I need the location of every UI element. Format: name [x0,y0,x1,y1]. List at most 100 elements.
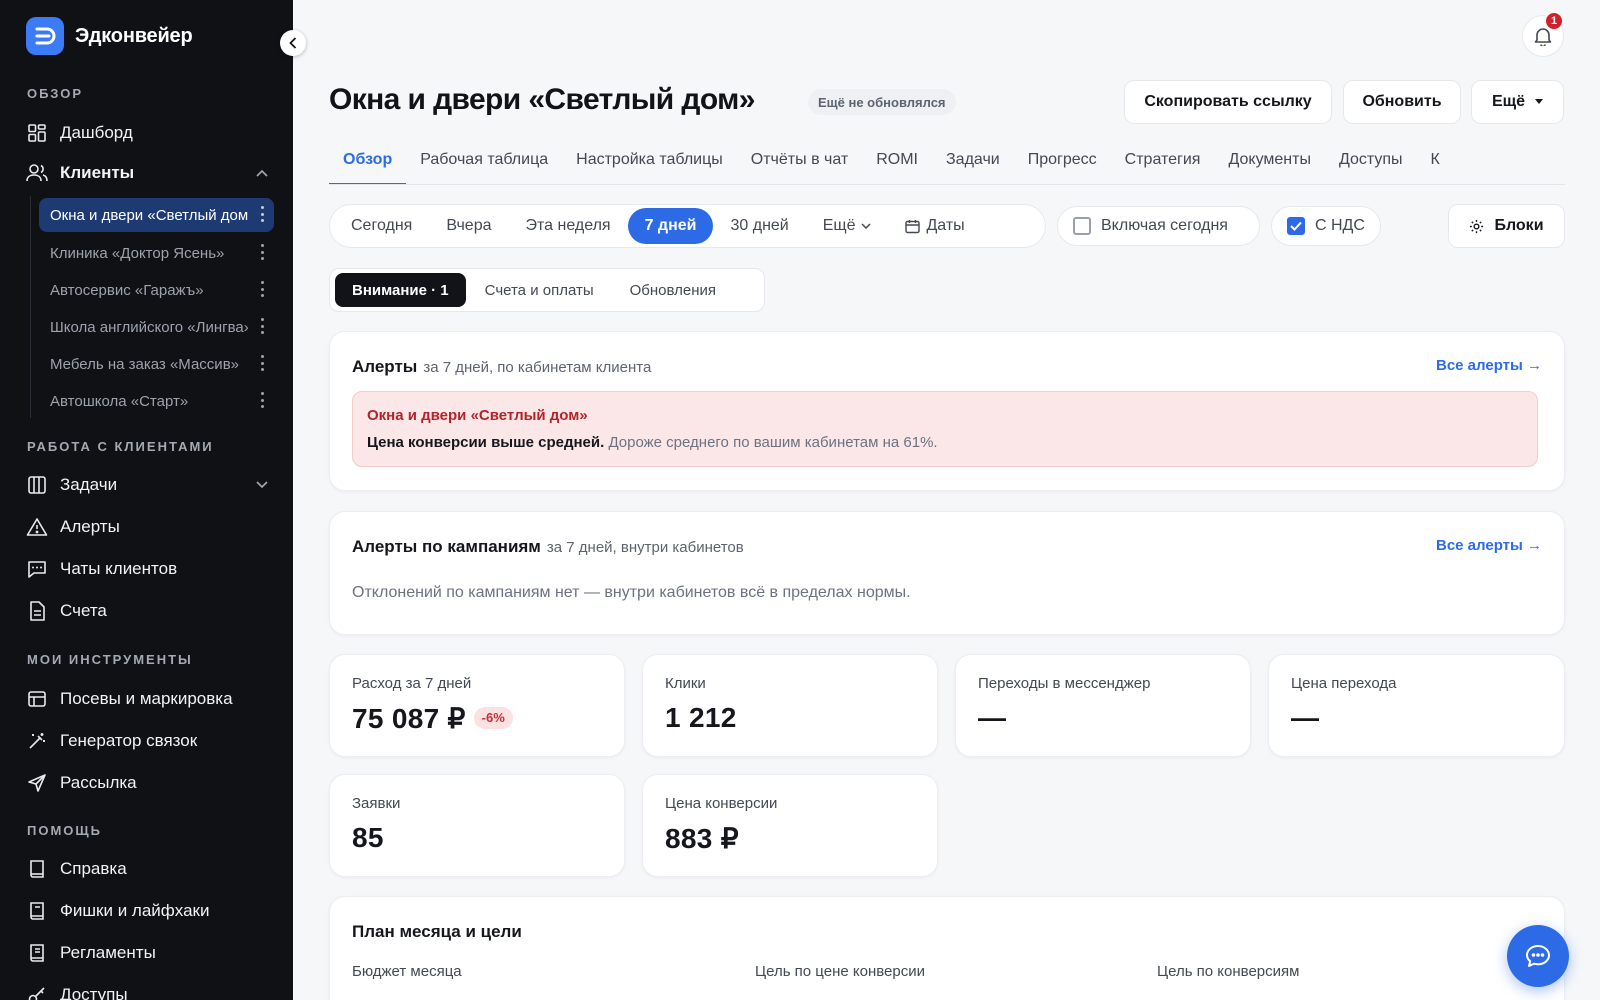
period-this-week[interactable]: Эта неделя [509,208,628,244]
client-name: Школа английского «Лингва» [50,318,248,336]
more-vertical-icon[interactable] [260,206,264,222]
period-filter: Сегодня Вчера Эта неделя 7 дней 30 дней … [329,204,1046,248]
more-button[interactable]: Ещё [1471,80,1564,124]
campaign-alerts-card: Алерты по кампаниям за 7 дней, внутри каб… [329,511,1565,635]
nav-generator[interactable]: Генератор связок [26,724,270,758]
more-vertical-icon[interactable] [260,392,264,408]
dates-label: Даты [926,217,965,234]
nav-help[interactable]: Справка [26,852,270,886]
kpi-value: — [978,702,1007,733]
tab-tasks[interactable]: Задачи [932,143,1014,184]
plan-cpa-goal-label: Цель по цене конверсии [755,963,925,980]
nav-alerts[interactable]: Алерты [26,510,270,544]
tab-overflow[interactable]: К [1417,143,1454,184]
client-item[interactable]: Школа английского «Лингва» [39,310,274,344]
support-chat-button[interactable] [1507,925,1569,987]
plan-title: План месяца и цели [352,922,522,941]
kpi-leads: Заявки 85 [329,774,625,877]
tab-documents[interactable]: Документы [1214,143,1324,184]
warning-icon [26,516,48,538]
all-campaign-alerts-link[interactable]: Все алерты → [1436,537,1542,554]
alert-client: Окна и двери «Светлый дом» [367,407,588,424]
section-work: Работа с клиентами [27,439,214,454]
period-30-days[interactable]: 30 дней [713,208,805,244]
app-name: Эдконвейер [75,24,193,47]
dates-button[interactable]: Даты [888,208,981,244]
campaign-alerts-note: Отклонений по кампаниям нет — внутри каб… [352,584,911,601]
nav-label: Генератор связок [60,731,198,750]
include-today-toggle[interactable]: Включая сегодня [1057,206,1260,246]
layout-icon [26,688,48,710]
client-item[interactable]: Клиника «Доктор Ясень» [39,236,274,270]
kpi-value: 1 212 [665,702,737,733]
campaign-alerts-title: Алерты по кампаниям за 7 дней, внутри каб… [352,537,744,557]
tasks-icon [26,474,48,496]
collapse-sidebar-button[interactable] [280,30,306,56]
tab-romi[interactable]: ROMI [862,143,932,184]
period-today[interactable]: Сегодня [334,208,429,244]
nav-access[interactable]: Доступы [26,978,270,1000]
page-title: Окна и двери «Светлый дом» [329,83,755,116]
alerts-title: Алерты за 7 дней, по кабинетам клиента [352,357,651,377]
nav-clients[interactable]: Клиенты [26,156,270,190]
subtab-attention[interactable]: Внимание · 1 [335,273,466,307]
refresh-button[interactable]: Обновить [1343,80,1461,124]
nav-label: Дашборд [60,123,133,142]
nav-mailing[interactable]: Рассылка [26,766,270,800]
client-item[interactable]: Автошкола «Старт» [39,384,274,418]
plan-card: План месяца и цели Бюджет месяца Цель по… [329,896,1565,1000]
subtab-updates[interactable]: Обновления [613,273,733,307]
nav-seeding[interactable]: Посевы и маркировка [26,682,270,716]
client-name: Мебель на заказ «Массив» [50,355,240,373]
include-today-checkbox[interactable] [1073,217,1091,235]
nav-regulations[interactable]: Регламенты [26,936,270,970]
notification-badge: 1 [1544,11,1564,31]
blocks-button[interactable]: Блоки [1448,204,1565,248]
chevron-down-icon[interactable] [254,477,270,493]
tab-strategy[interactable]: Стратегия [1111,143,1215,184]
copy-link-button[interactable]: Скопировать ссылку [1124,80,1332,124]
alert-item[interactable]: Окна и двери «Светлый дом» Цена конверси… [352,391,1538,467]
nav-chats[interactable]: Чаты клиентов [26,552,270,586]
kpi-label: Цена конверсии [665,795,778,812]
period-more-dropdown[interactable]: Ещё [806,208,889,244]
client-item[interactable]: Мебель на заказ «Массив» [39,347,274,381]
chevron-left-icon [289,37,297,49]
tab-access[interactable]: Доступы [1325,143,1417,184]
nav-dashboard[interactable]: Дашборд [26,116,270,150]
tab-progress[interactable]: Прогресс [1014,143,1111,184]
period-yesterday[interactable]: Вчера [429,208,508,244]
document-icon [26,600,48,622]
chevron-up-icon[interactable] [254,165,270,181]
subtab-invoices[interactable]: Счета и оплаты [468,273,611,307]
client-item[interactable]: Окна и двери «Светлый дом» [39,198,274,232]
nav-label: Алерты [60,517,120,536]
nav-label: Регламенты [60,943,156,962]
logo-icon [26,17,64,55]
more-vertical-icon[interactable] [260,244,264,260]
period-more-label: Ещё [822,217,856,234]
status-badge: Ещё не обновлялся [808,89,956,115]
nav-tips[interactable]: Фишки и лайфхаки [26,894,270,928]
book-icon [26,858,48,880]
kpi-label: Переходы в мессенджер [978,675,1151,692]
tab-table-settings[interactable]: Настройка таблицы [562,143,737,184]
tab-overview[interactable]: Обзор [329,143,407,184]
tab-chat-reports[interactable]: Отчёты в чат [737,143,862,184]
send-icon [26,772,48,794]
brand[interactable]: Эдконвейер [26,17,193,55]
vat-checkbox[interactable] [1287,217,1305,235]
more-vertical-icon[interactable] [260,281,264,297]
period-7-days[interactable]: 7 дней [627,208,714,244]
client-item[interactable]: Автосервис «Гаражъ» [39,273,274,307]
all-alerts-link[interactable]: Все алерты → [1436,357,1542,374]
vat-label: С НДС [1315,217,1365,234]
dashboard-icon [26,122,48,144]
kpi-spend: Расход за 7 дней 75 087 ₽ -6% [329,654,625,757]
more-vertical-icon[interactable] [260,355,264,371]
nav-tasks[interactable]: Задачи [26,468,270,502]
more-vertical-icon[interactable] [260,318,264,334]
vat-toggle[interactable]: С НДС [1271,206,1381,246]
tab-worksheet[interactable]: Рабочая таблица [406,143,562,184]
nav-invoices[interactable]: Счета [26,594,270,628]
